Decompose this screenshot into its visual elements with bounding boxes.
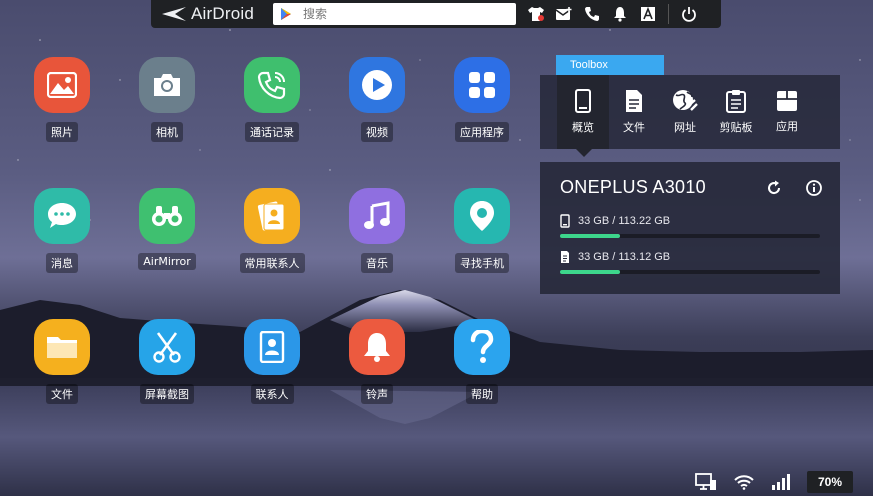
app-files[interactable]: 文件 (17, 319, 107, 404)
app-label: 应用程序 (455, 122, 509, 142)
app-applications[interactable]: 应用程序 (437, 57, 527, 142)
phone-icon[interactable] (580, 2, 604, 26)
storage-bar-fill (560, 234, 620, 238)
tool-overview[interactable]: 概览 (557, 75, 609, 149)
toolbox-panel: 概览 文件 网址 剪贴板 应用 (540, 75, 840, 149)
top-icon-group (524, 2, 705, 26)
app-help[interactable]: 帮助 (437, 319, 527, 404)
monitor-icon[interactable] (693, 472, 719, 492)
bell-icon[interactable] (608, 2, 632, 26)
tool-label: 应用 (776, 120, 798, 133)
app-label: 铃声 (361, 384, 393, 404)
tool-apps[interactable]: 应用 (761, 75, 813, 149)
signal-icon (769, 472, 795, 492)
music-icon (349, 188, 405, 244)
storage-list: 33 GB / 113.22 GB 33 GB / 113.12 GB (560, 214, 820, 274)
active-tool-pointer (576, 149, 592, 157)
device-actions (744, 178, 824, 198)
app-label: 相机 (151, 122, 183, 142)
storage-bar-sd (560, 270, 820, 274)
app-label: 常用联系人 (239, 253, 305, 273)
app-label: 文件 (46, 384, 78, 404)
app-airmirror[interactable]: AirMirror (122, 188, 212, 270)
app-music[interactable]: 音乐 (332, 188, 422, 273)
app-contacts[interactable]: 联系人 (227, 319, 317, 404)
app-box-icon (777, 91, 797, 111)
tshirt-icon[interactable] (524, 2, 548, 26)
storage-bar-internal (560, 234, 820, 238)
app-photos[interactable]: 照片 (17, 57, 107, 142)
status-bar: 70% (693, 468, 873, 496)
app-messages[interactable]: 消息 (17, 188, 107, 273)
divider (668, 4, 669, 24)
app-screenshot[interactable]: 屏幕截图 (122, 319, 212, 404)
tool-label: 概览 (572, 121, 594, 134)
app-camera[interactable]: 相机 (122, 57, 212, 142)
globe-link-icon (673, 90, 698, 111)
app-label: 帮助 (466, 384, 498, 404)
scissors-icon (139, 319, 195, 375)
file-icon (626, 90, 642, 112)
camera-icon (139, 57, 195, 113)
binoculars-icon (139, 188, 195, 244)
tool-label: 网址 (674, 121, 696, 134)
app-label: 消息 (46, 253, 78, 273)
tool-label: 剪贴板 (719, 121, 753, 134)
storage-text: 33 GB / 113.22 GB (578, 215, 671, 227)
app-video[interactable]: 视频 (332, 57, 422, 142)
contacts-icon (244, 319, 300, 375)
app-find-phone[interactable]: 寻找手机 (437, 188, 527, 273)
app-label: AirMirror (138, 253, 196, 270)
ringtone-bell-icon (349, 319, 405, 375)
logo-text: AirDroid (191, 4, 255, 23)
app-label: 音乐 (361, 253, 393, 273)
app-label: 视频 (361, 122, 393, 142)
app-frequent-contacts[interactable]: 常用联系人 (227, 188, 317, 273)
folder-icon (34, 319, 90, 375)
play-store-icon (281, 8, 291, 20)
battery-level: 70% (807, 471, 853, 493)
top-bar: AirDroid (151, 0, 721, 28)
help-icon (454, 319, 510, 375)
tool-clipboard[interactable]: 剪贴板 (710, 75, 762, 149)
phone-overview-icon (575, 89, 591, 113)
storage-row-sd: 33 GB / 113.12 GB (560, 250, 820, 264)
tool-label: 文件 (623, 121, 645, 134)
app-label: 通话记录 (245, 122, 299, 142)
airdroid-logo-icon (162, 7, 186, 21)
app-label: 屏幕截图 (140, 384, 194, 404)
sd-card-icon (561, 251, 569, 263)
refresh-icon[interactable] (764, 178, 784, 198)
app-call-log[interactable]: 通话记录 (227, 57, 317, 142)
device-card: ONEPLUS A3010 33 GB / 113.22 GB 33 GB / … (540, 162, 840, 294)
apps-icon (454, 57, 510, 113)
mail-icon[interactable] (552, 2, 576, 26)
wifi-icon (731, 472, 757, 492)
location-pin-icon (454, 188, 510, 244)
frequent-contacts-icon (244, 188, 300, 244)
photos-icon (34, 57, 90, 113)
app-label: 寻找手机 (455, 253, 509, 273)
phone-storage-icon (560, 214, 570, 228)
search-input[interactable] (303, 7, 503, 21)
storage-row-internal: 33 GB / 113.22 GB (560, 214, 820, 228)
tool-files[interactable]: 文件 (608, 75, 660, 149)
toolbox-tab[interactable]: Toolbox (556, 55, 664, 75)
app-label: 照片 (46, 122, 78, 142)
app-label: 联系人 (250, 384, 294, 404)
call-log-icon (244, 57, 300, 113)
storage-bar-fill (560, 270, 620, 274)
message-icon (34, 188, 90, 244)
clipboard-icon (726, 90, 746, 113)
font-icon[interactable] (636, 2, 660, 26)
app-ringtones[interactable]: 铃声 (332, 319, 422, 404)
tool-url[interactable]: 网址 (659, 75, 711, 149)
storage-text: 33 GB / 113.12 GB (578, 251, 671, 263)
video-icon (349, 57, 405, 113)
search-box[interactable] (273, 3, 516, 25)
airdroid-logo[interactable]: AirDroid (151, 4, 271, 24)
power-icon[interactable] (677, 2, 701, 26)
info-icon[interactable] (804, 178, 824, 198)
